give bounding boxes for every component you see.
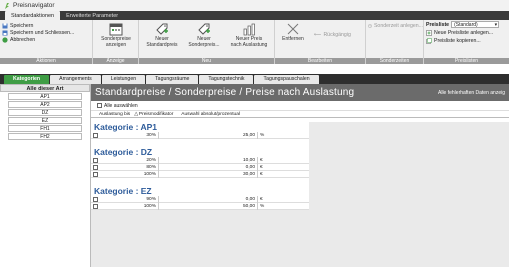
col-auswahl: Auswahl absolut/prozentual — [181, 111, 240, 117]
table-row[interactable]: 100% 30,00 € — [91, 170, 309, 178]
tab-erweiterte-parameter[interactable]: Erweiterte Parameter — [60, 11, 124, 20]
group-preislisten: Preisliste (Standard) Neue Preisliste an… — [424, 20, 509, 64]
tab-tagungspauschalen[interactable]: Tagungspauschalen — [254, 75, 319, 84]
spacer — [91, 139, 309, 147]
page-title: Standardpreise / Sonderpreise / Preise n… — [95, 87, 355, 98]
new-pricelist-button[interactable]: Neue Preisliste anlegen... — [426, 29, 509, 36]
group-label-sonderzeiten: Sonderzeiten — [366, 58, 423, 64]
group-neu: Neuer Standardpreis Neuer Sonderpreis...… — [139, 20, 275, 64]
sort-arrow-icon: △ — [134, 111, 138, 117]
copy-pricelist-button[interactable]: Preisliste kopieren... — [426, 37, 509, 44]
save-close-icon — [2, 30, 8, 35]
group-sonderzeiten: Sonderzeit anlegen... Sonderzeiten — [366, 20, 424, 64]
title-bar: Preisnavigator — [0, 0, 509, 11]
section-tabs: Kategorien Arrangements Leistungen Tagun… — [0, 74, 509, 84]
col-auslastung: Auslastung bis — [99, 111, 131, 117]
nav-item-ap1[interactable]: AP1 — [8, 93, 82, 100]
tab-tagungsraeume[interactable]: Tagungsräume — [146, 75, 199, 84]
app-logo-icon — [5, 2, 9, 9]
ribbon: Speichern Speichern und Schliessen... Ab… — [0, 20, 509, 64]
pricelist-select[interactable]: (Standard) — [451, 21, 500, 28]
tab-kategorien[interactable]: Kategorien — [4, 75, 50, 84]
bar-chart-icon — [243, 23, 255, 36]
category-title: Kategorie : DZ — [91, 147, 309, 157]
nav-item-ez[interactable]: EZ — [8, 117, 82, 124]
save-close-button[interactable]: Speichern und Schliessen... — [2, 29, 92, 36]
nav-item-fh2[interactable]: FH2 — [8, 133, 82, 140]
group-label-neu: Neu — [139, 58, 274, 64]
undo-button[interactable]: ⟵ Rückgängig — [314, 31, 351, 38]
window-title: Preisnavigator — [13, 2, 55, 9]
tab-tagungstechnik[interactable]: Tagungstechnik — [199, 75, 254, 84]
col-preismodifikator: Preismodifikator — [138, 111, 174, 117]
new-list-icon — [426, 29, 432, 36]
remove-x-icon — [287, 23, 299, 35]
clock-icon — [368, 23, 372, 28]
category-title: Kategorie : AP1 — [91, 122, 309, 132]
nav-header[interactable]: Alle dieser Art — [0, 84, 90, 92]
new-standard-price-button[interactable]: Neuer Standardpreis — [143, 22, 181, 48]
new-price-tag-icon — [156, 23, 168, 35]
price-list: Kategorie : AP1 30% 25,00% Kategorie : DZ… — [91, 122, 509, 267]
select-all-row[interactable]: Alle auswählen — [91, 101, 509, 110]
tab-arrangements[interactable]: Arrangements — [50, 75, 101, 84]
add-special-time-button[interactable]: Sonderzeit anlegen... — [368, 22, 423, 29]
group-aktionen: Speichern Speichern und Schliessen... Ab… — [0, 20, 93, 64]
new-special-price-button[interactable]: Neuer Sonderpreis... — [185, 22, 223, 48]
group-label-aktionen: Aktionen — [0, 58, 92, 64]
group-label-preislisten: Preislisten — [424, 58, 509, 64]
save-icon — [2, 23, 8, 28]
table-row[interactable]: 30% 25,00% — [91, 131, 309, 139]
main-panel: Standardpreise / Sonderpreise / Preise n… — [91, 84, 509, 267]
nav-item-ap2[interactable]: AP2 — [8, 101, 82, 108]
remove-button[interactable]: Entfernen — [278, 22, 308, 43]
group-label-anzeige: Anzeige — [93, 58, 138, 64]
group-anzeige: Sonderpreise anzeigen Anzeige — [93, 20, 139, 64]
show-faulty-data-link[interactable]: Alle fehlerhaften Daten anzeig — [438, 90, 505, 96]
undo-arrow-icon: ⟵ — [314, 31, 322, 38]
group-label-bearbeiten: Bearbeiten — [275, 58, 365, 64]
main-header: Standardpreise / Sonderpreise / Preise n… — [91, 84, 509, 101]
pricelist-select-row: Preisliste (Standard) — [426, 21, 509, 28]
save-button[interactable]: Speichern — [2, 22, 92, 29]
nav-item-fh1[interactable]: FH1 — [8, 125, 82, 132]
tab-standardaktionen[interactable]: Standardaktionen — [5, 11, 61, 20]
category-nav: Alle dieser Art AP1 AP2 DZ EZ FH1 FH2 — [0, 84, 91, 267]
column-header: Auslastung bis △ Preismodifikator Auswah… — [91, 110, 509, 118]
group-bearbeiten: Entfernen ⟵ Rückgängig Bearbeiten — [275, 20, 366, 64]
cancel-button[interactable]: Abbrechen — [2, 36, 92, 43]
select-all-label: Alle auswählen — [104, 102, 138, 109]
nav-item-dz[interactable]: DZ — [8, 109, 82, 116]
cancel-icon — [2, 36, 8, 43]
ribbon-tabs: Standardaktionen Erweiterte Parameter — [0, 11, 509, 20]
copy-icon — [426, 37, 432, 44]
new-occupancy-price-button[interactable]: Neuer Preis nach Auslastung — [227, 22, 271, 48]
select-all-checkbox[interactable] — [97, 103, 102, 108]
show-special-prices-button[interactable]: Sonderpreise anzeigen — [97, 22, 135, 48]
category-title: Kategorie : EZ — [91, 186, 309, 196]
calendar-icon — [109, 23, 123, 36]
table-row[interactable]: 100% 50,00% — [91, 202, 309, 210]
new-special-price-icon — [198, 23, 210, 35]
spacer — [91, 178, 309, 186]
tab-leistungen[interactable]: Leistungen — [101, 75, 146, 84]
